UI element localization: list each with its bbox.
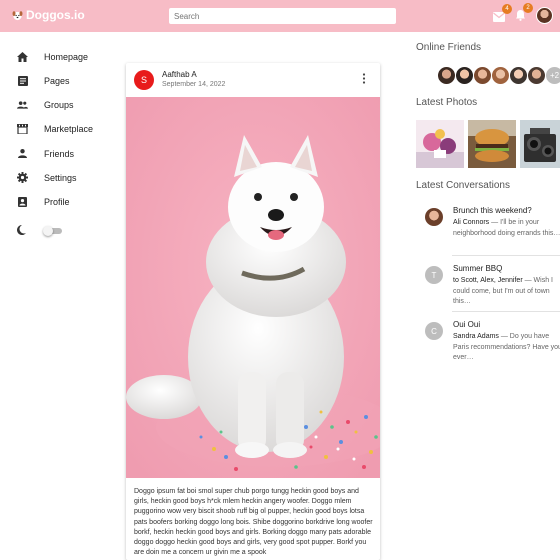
conversation-avatar: T — [425, 266, 443, 284]
more-friends-count[interactable]: +2 — [545, 66, 560, 85]
post-body-text: Doggo ipsum fat boi smol super chub porg… — [134, 488, 373, 557]
notifications-button[interactable]: 2 — [515, 3, 533, 26]
dark-mode-toggle[interactable] — [43, 226, 62, 236]
search-bar[interactable] — [169, 8, 396, 24]
gear-icon — [17, 172, 28, 183]
post-card: S Aafthab A September 14, 2022 Doggo ips… — [126, 63, 380, 560]
sidebar-item-marketplace[interactable]: Marketplace — [17, 123, 93, 134]
sidebar-item-pages[interactable]: Pages — [17, 75, 70, 86]
groups-icon — [17, 99, 28, 110]
conversation-preview: Sandra Adams — Do you have Paris recomme… — [453, 332, 560, 364]
latest-conversations-title: Latest Conversations — [416, 180, 510, 191]
post-date: September 14, 2022 — [162, 81, 226, 88]
friend-avatar[interactable] — [473, 66, 492, 85]
search-input[interactable] — [174, 11, 396, 21]
top-app-bar: Doggos.io 4 2 — [0, 0, 560, 32]
photo-thumbnail[interactable] — [468, 120, 516, 168]
dog-logo-icon — [12, 10, 23, 20]
friend-avatar[interactable] — [527, 66, 546, 85]
sidebar-item-homepage[interactable]: Homepage — [17, 51, 88, 62]
sidebar: Homepage Pages Groups Marketplace Friend… — [0, 32, 100, 560]
mail-button[interactable]: 4 — [493, 4, 512, 27]
logo[interactable]: Doggos.io — [12, 8, 85, 22]
author-avatar[interactable]: S — [134, 70, 154, 90]
conversation-sender: Sandra Adams — [453, 333, 499, 340]
profile-icon — [17, 196, 28, 207]
photo-thumbnail[interactable] — [416, 120, 464, 168]
sidebar-item-label: Friends — [44, 148, 75, 159]
sidebar-item-label: Homepage — [44, 51, 89, 62]
sidebar-item-label: Marketplace — [44, 123, 94, 134]
sidebar-item-friends[interactable]: Friends — [17, 148, 74, 159]
person-icon — [17, 148, 28, 159]
friend-avatar[interactable] — [437, 66, 456, 85]
sidebar-item-profile[interactable]: Profile — [17, 196, 70, 207]
store-icon — [17, 123, 28, 134]
conversation-avatar: C — [425, 322, 443, 340]
divider — [452, 311, 560, 312]
divider — [452, 255, 560, 256]
home-icon — [17, 51, 28, 62]
post-photo — [126, 97, 380, 478]
sidebar-item-label: Settings — [44, 172, 77, 183]
pages-icon — [17, 75, 28, 86]
conversation-avatar — [425, 208, 443, 226]
photo-thumbnail[interactable] — [520, 120, 560, 168]
app-title: Doggos.io — [26, 8, 85, 22]
more-options-button[interactable] — [362, 71, 366, 89]
notifications-badge: 2 — [523, 3, 533, 13]
post-author[interactable]: Aafthab A — [162, 70, 197, 79]
mail-icon — [493, 12, 505, 22]
conversation-sender: to Scott, Alex, Jennifer — [453, 277, 523, 284]
post-header: S Aafthab A September 14, 2022 — [126, 63, 380, 97]
friend-avatar[interactable] — [491, 66, 510, 85]
sidebar-item-label: Groups — [44, 99, 74, 110]
latest-photos-title: Latest Photos — [416, 97, 478, 108]
sidebar-item-label: Pages — [44, 75, 70, 86]
user-avatar[interactable] — [536, 7, 553, 24]
conversation-title: Summer BBQ — [453, 264, 503, 273]
sidebar-item-settings[interactable]: Settings — [17, 172, 77, 183]
sidebar-item-groups[interactable]: Groups — [17, 99, 74, 110]
dark-mode-row — [17, 222, 62, 240]
moon-icon — [17, 222, 26, 240]
online-friends-list: +2 — [437, 66, 560, 85]
conversation-title: Oui Oui — [453, 320, 481, 329]
friend-avatar[interactable] — [509, 66, 528, 85]
conversation-title: Brunch this weekend? — [453, 206, 532, 215]
online-friends-title: Online Friends — [416, 42, 482, 53]
conversation-sender: Ali Connors — [453, 219, 490, 226]
sidebar-item-label: Profile — [44, 196, 70, 207]
conversation-preview: Ali Connors — I'll be in your neighborho… — [453, 218, 560, 239]
friend-avatar[interactable] — [455, 66, 474, 85]
more-vert-icon — [362, 73, 366, 84]
conversation-preview: to Scott, Alex, Jennifer — Wish I could … — [453, 276, 560, 308]
mail-badge: 4 — [502, 4, 512, 14]
